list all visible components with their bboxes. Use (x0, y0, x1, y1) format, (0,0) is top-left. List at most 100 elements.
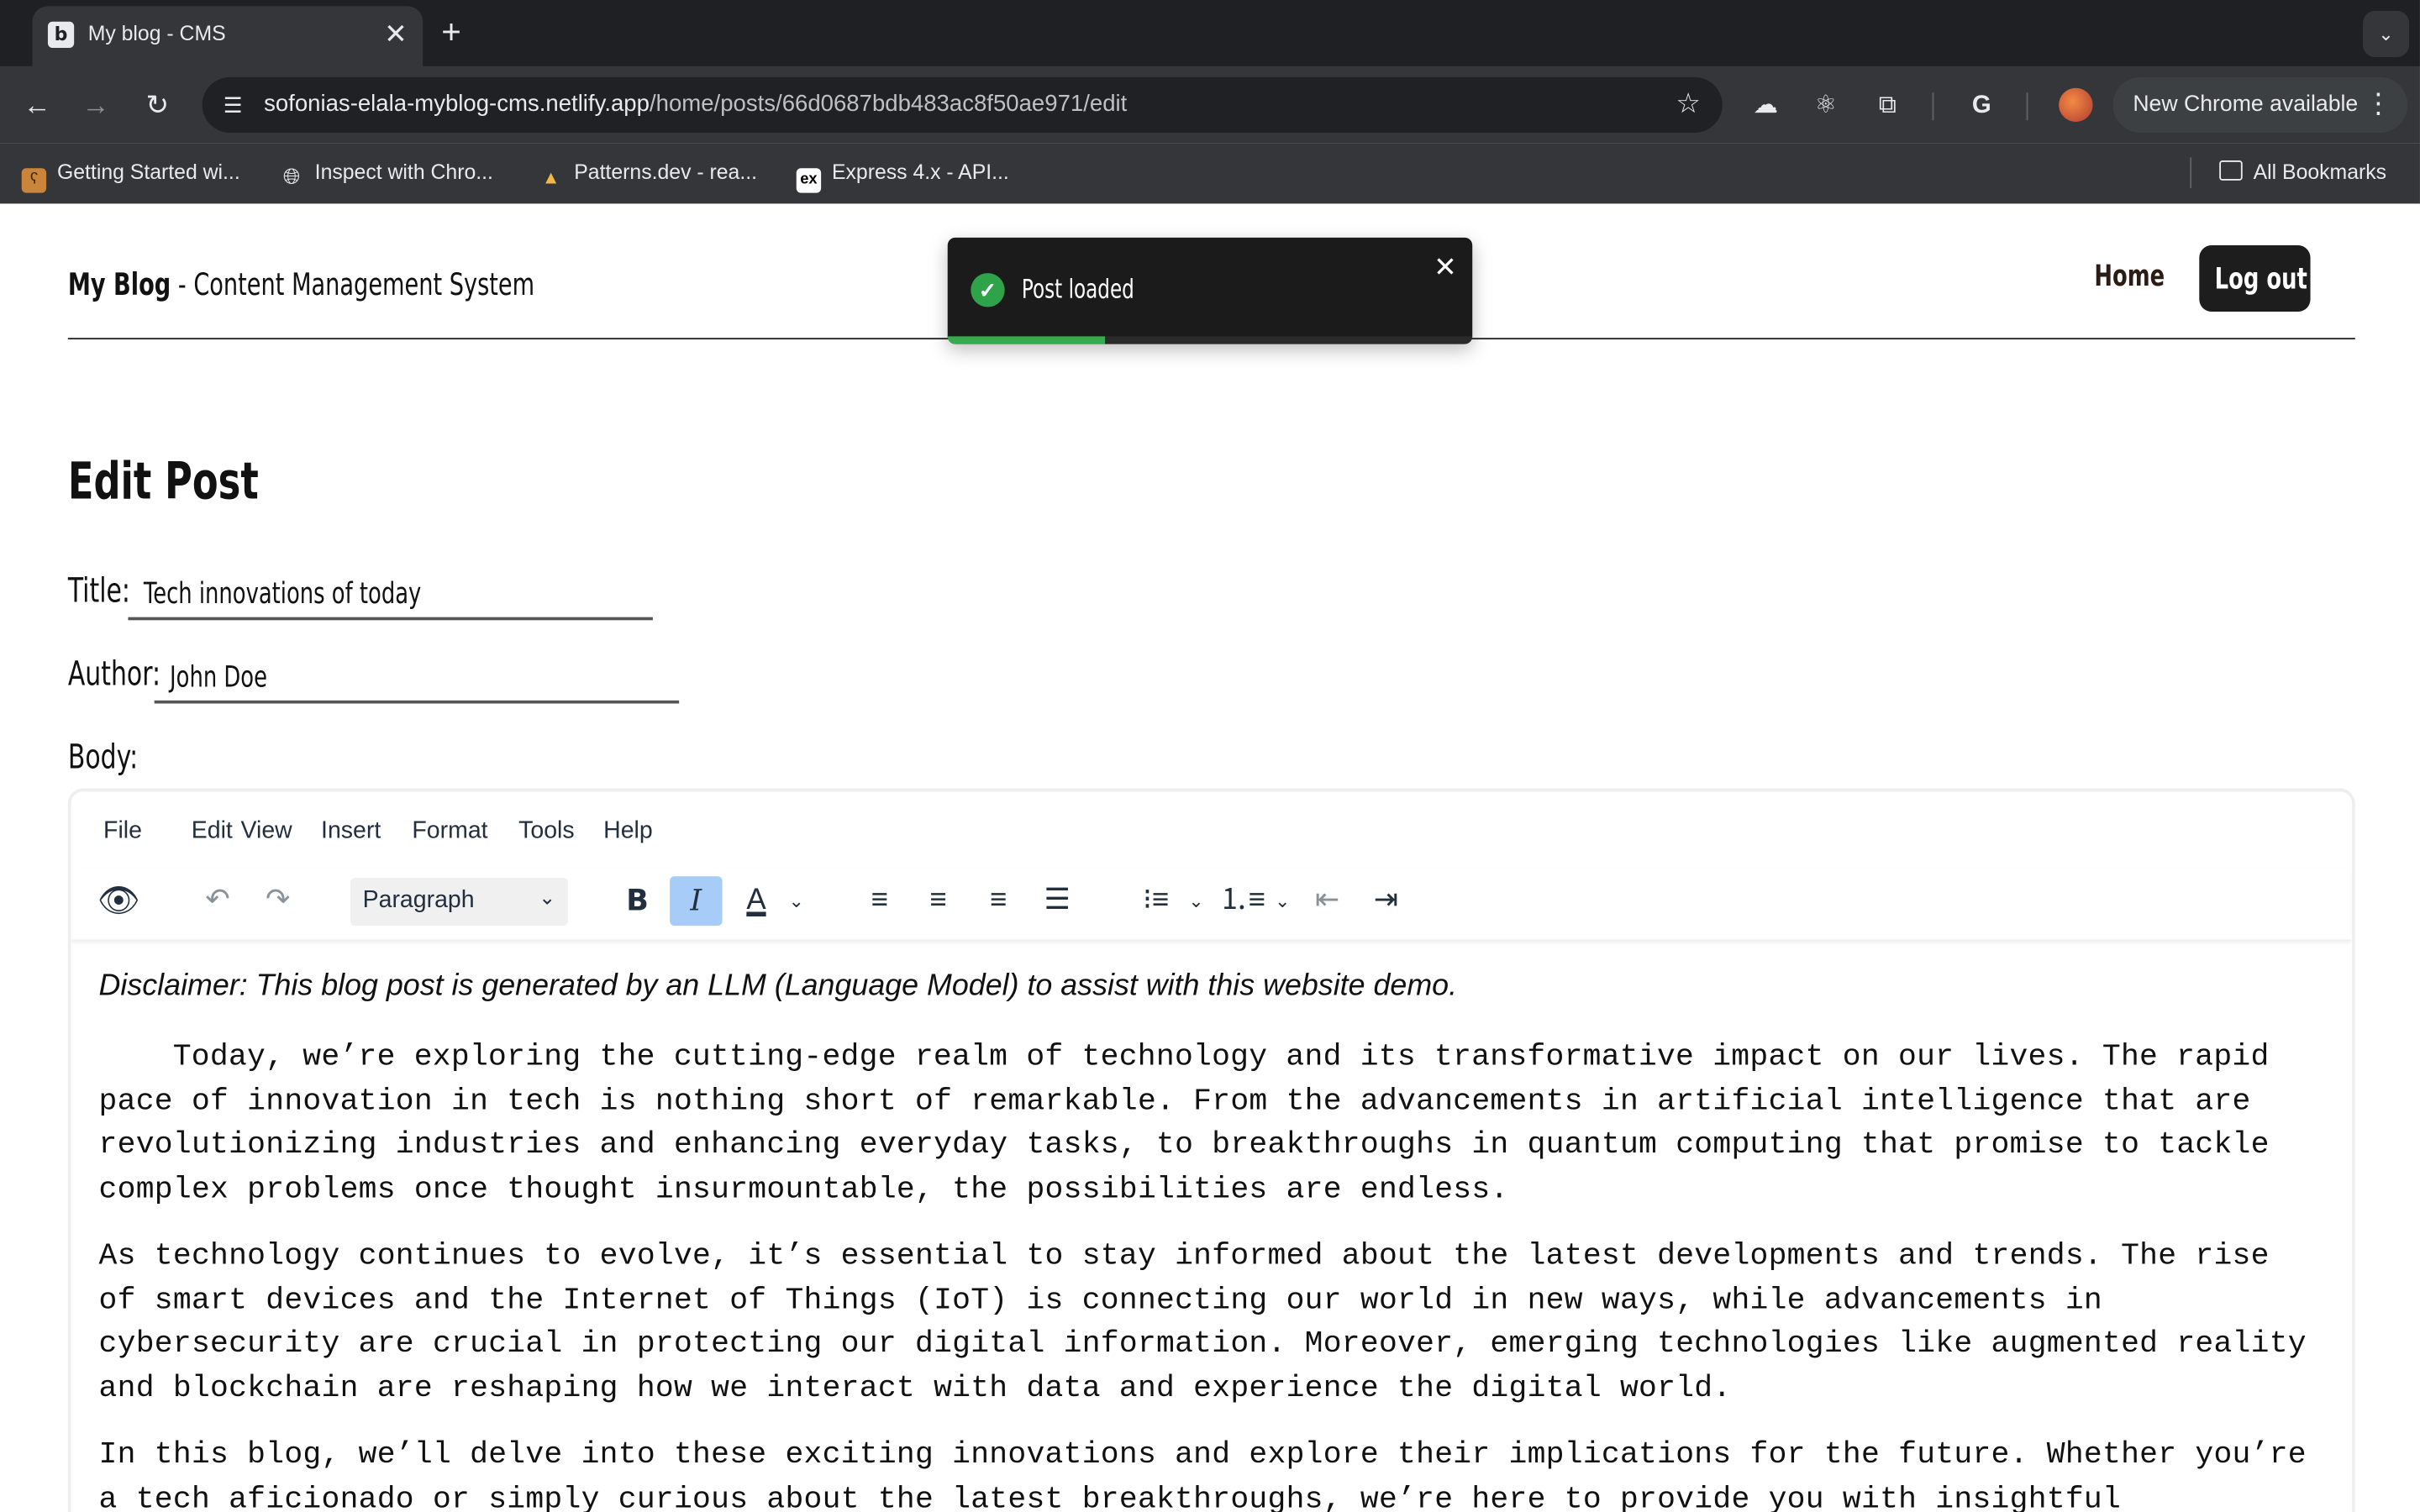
folder-icon (2219, 160, 2243, 181)
tab-strip: b My blog - CMS ✕ + ⌄ (0, 0, 2420, 66)
cms-page: My Blog - Content Management System Home… (0, 203, 2420, 1512)
body-paragraph: In this blog, we’ll delve into these exc… (98, 1437, 2307, 1512)
bookmark-star-icon[interactable]: ☆ (1676, 88, 1701, 121)
cloud-extension-icon[interactable]: ☁ (1749, 90, 1782, 123)
menu-tools[interactable]: Tools (518, 817, 574, 845)
undo-icon[interactable]: ↶ (192, 876, 244, 926)
menu-format[interactable]: Format (412, 817, 487, 845)
indent-icon[interactable]: ⇥ (1360, 876, 1412, 926)
all-bookmarks-button[interactable]: All Bookmarks (2219, 160, 2386, 184)
logout-button[interactable]: Log out (2199, 245, 2311, 312)
toolbar-divider (2026, 92, 2028, 121)
align-left-icon[interactable]: ≡ (854, 876, 906, 926)
align-center-icon[interactable]: ≡ (912, 876, 964, 926)
back-icon[interactable]: ← (17, 85, 57, 125)
bold-icon[interactable]: B (611, 876, 663, 926)
redo-icon[interactable]: ↷ (251, 876, 303, 926)
chevron-down-icon[interactable]: ⌄ (784, 876, 808, 926)
bookmark-item[interactable]: ʕ Getting Started wi... (21, 160, 240, 193)
body-paragraph: Today, we’re exploring the cutting-edge … (98, 1039, 2270, 1206)
toast-progress-bar (947, 336, 1106, 344)
numbered-list-icon[interactable]: ⒈≡ (1216, 876, 1268, 926)
bullet-list-icon[interactable]: ⁝≡ (1129, 876, 1181, 926)
chevron-down-icon: ⌄ (539, 885, 556, 909)
close-tab-icon[interactable]: ✕ (384, 18, 408, 50)
profile-avatar[interactable] (2059, 87, 2093, 123)
more-menu-icon[interactable]: ⋮ (2365, 88, 2392, 121)
globe-icon: 🌐︎ (282, 163, 301, 189)
tab-title: My blog - CMS (87, 21, 226, 45)
toast-notification: ✓ Post loaded ✕ (947, 237, 1473, 344)
bookmark-item[interactable]: ▲ Patterns.dev - rea... (539, 160, 757, 190)
blog-favicon-icon: b (47, 21, 75, 48)
chevron-down-icon[interactable]: ⌄ (1270, 876, 1295, 926)
tab-search-icon[interactable]: ⌄ (2362, 10, 2410, 57)
outdent-icon[interactable]: ⇤ (1301, 876, 1353, 926)
success-check-icon: ✓ (971, 273, 1005, 307)
editor-menubar: File Edit View Insert Format Tools Help (71, 791, 2352, 869)
align-justify-icon[interactable]: ☰ (1031, 876, 1083, 926)
author-field[interactable]: John Doe (154, 651, 680, 704)
site-settings-icon[interactable]: ☰ (218, 90, 249, 121)
brand-name: My Blog (67, 265, 171, 302)
body-label: Body: (68, 738, 163, 778)
brand-subtitle: - Content Management System (171, 265, 535, 302)
editor-toolbar: 👁︎ ↶ ↷ Paragraph ⌄ B I A ⌄ ≡ ≡ ≡ ☰ ⁝≡ ⌄ … (71, 869, 2352, 939)
align-right-icon[interactable]: ≡ (972, 876, 1024, 926)
block-format-value: Paragraph (362, 887, 475, 914)
bookmark-label: Patterns.dev - rea... (574, 160, 758, 184)
bookmark-label: Getting Started wi... (56, 160, 240, 184)
title-field[interactable]: Tech innovations of today (128, 568, 653, 621)
block-format-select[interactable]: Paragraph ⌄ (350, 878, 568, 927)
menu-help[interactable]: Help (603, 817, 653, 845)
address-bar[interactable]: ☰ sofonias-elala-myblog-cms.netlify.app/… (202, 76, 1723, 133)
menu-view[interactable]: View (241, 817, 292, 845)
forward-icon[interactable]: → (76, 85, 116, 125)
toast-message-text: Post loaded (1021, 274, 1134, 306)
url-path: /home/posts/66d0687bdb483ac8f50ae971/edi… (649, 91, 1128, 118)
url-host: sofonias-elala-myblog-cms.netlify.app (264, 91, 650, 118)
site-brand: My Blog - Content Management System (68, 265, 698, 304)
all-bookmarks-label: All Bookmarks (2253, 160, 2387, 184)
reload-icon[interactable]: ↻ (137, 85, 177, 125)
extensions-puzzle-icon[interactable]: ⧉ (1870, 90, 1904, 123)
page-title: Edit Post (68, 450, 326, 511)
bookmarks-bar: ʕ Getting Started wi... 🌐︎ Inspect with Ch… (0, 143, 2420, 206)
body-label-text: Body: (67, 738, 139, 778)
toast-message: Post loaded (1022, 275, 1174, 306)
bookmark-item[interactable]: ex Express 4.x - API... (796, 160, 1009, 193)
toast-progress-track (947, 336, 1473, 344)
bookmark-item[interactable]: 🌐︎ Inspect with Chro... (279, 160, 493, 189)
nav-home-link[interactable]: Home (2094, 260, 2189, 295)
new-tab-icon[interactable]: + (441, 13, 461, 51)
bookmarks-divider (2190, 157, 2192, 189)
chevron-down-icon[interactable]: ⌄ (1184, 876, 1208, 926)
body-paragraph: As technology continues to evolve, it’s … (98, 1238, 2307, 1405)
nav-home-label: Home (2094, 259, 2165, 293)
logout-label: Log out (2214, 262, 2307, 297)
menu-insert[interactable]: Insert (321, 817, 381, 845)
bear-icon: ʕ (21, 168, 47, 193)
browser-tab[interactable]: b My blog - CMS ✕ (32, 6, 424, 66)
browser-toolbar: ← → ↻ ☰ sofonias-elala-myblog-cms.netlif… (0, 66, 2420, 144)
patterns-icon: ▲ (541, 166, 560, 189)
title-value: Tech innovations of today (143, 576, 422, 612)
react-devtools-icon[interactable]: ⚛ (1809, 90, 1843, 123)
chrome-update-button[interactable]: New Chrome available ⋮ (2112, 76, 2408, 133)
url-text[interactable]: sofonias-elala-myblog-cms.netlify.app/ho… (264, 91, 1127, 117)
preview-eye-icon[interactable]: 👁︎ (92, 876, 145, 926)
rich-text-editor: File Edit View Insert Format Tools Help … (67, 788, 2355, 1512)
express-icon: ex (796, 168, 822, 193)
menu-edit[interactable]: Edit (192, 817, 233, 845)
italic-icon[interactable]: I (670, 876, 723, 927)
google-icon[interactable]: G (1965, 90, 1998, 123)
toolbar-divider (1932, 92, 1934, 121)
menu-file[interactable]: File (103, 817, 142, 845)
editor-content[interactable]: Disclaimer: This blog post is generated … (99, 964, 2322, 1512)
author-value: John Doe (170, 660, 267, 695)
title-label-text: Title: (67, 572, 130, 612)
bookmark-label: Express 4.x - API... (831, 160, 1009, 184)
author-label-text: Author: (67, 655, 161, 695)
close-icon[interactable]: ✕ (1434, 251, 1457, 284)
text-color-icon[interactable]: A (730, 876, 782, 926)
